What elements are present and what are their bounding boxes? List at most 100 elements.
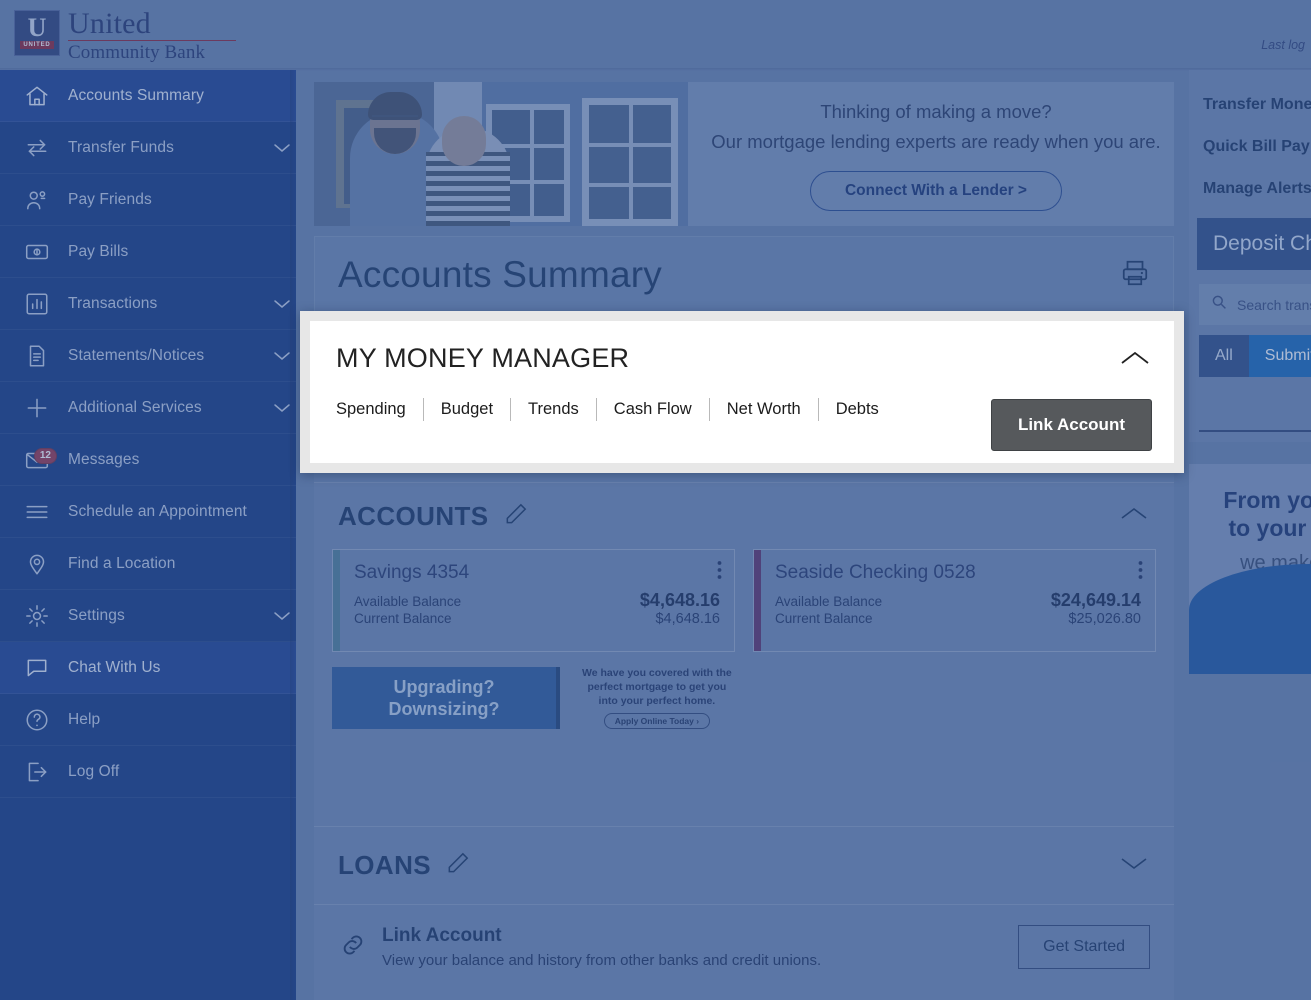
mini-promo-banner: Upgrading? Downsizing? xyxy=(332,666,560,729)
account-color-bar xyxy=(333,550,340,651)
accounts-collapse-icon[interactable] xyxy=(1118,504,1150,529)
current-balance-label: Current Balance xyxy=(354,611,452,626)
sidebar-item-label: Transactions xyxy=(68,294,158,312)
mortgage-hero-banner[interactable]: Thinking of making a move? Our mortgage … xyxy=(314,82,1174,226)
logout-icon xyxy=(16,759,58,785)
sidebar-item-additional-services[interactable]: Additional Services xyxy=(0,382,296,434)
link-account-title: Link Account xyxy=(382,925,502,946)
sidebar-item-pay-friends[interactable]: Pay Friends xyxy=(0,174,296,226)
accounts-card-row: Savings 4354 Available Balance $4,648.16 Cu… xyxy=(314,549,1174,652)
loans-expand-icon[interactable] xyxy=(1118,853,1150,878)
mm-tab-debts[interactable]: Debts xyxy=(819,398,896,421)
last-login-text: Last log xyxy=(1261,38,1305,52)
rail-link-quick-bill-pay[interactable]: Quick Bill Pay xyxy=(1189,126,1311,168)
sidebar-item-settings[interactable]: Settings xyxy=(0,590,296,642)
available-balance-value: $4,648.16 xyxy=(639,590,720,610)
top-header: U UNITED United Community Bank Last log xyxy=(0,0,1311,70)
logo-mark-icon: U UNITED xyxy=(14,10,60,56)
loans-section: LOANS xyxy=(314,826,1174,904)
connect-with-lender-button[interactable]: Connect With a Lender > xyxy=(809,171,1062,211)
sidebar-item-chat-with-us[interactable]: Chat With Us xyxy=(0,642,296,694)
current-balance-value: $25,026.80 xyxy=(1068,611,1141,627)
messages-badge: 12 xyxy=(33,447,57,464)
no-history-text: No History xyxy=(1199,405,1311,422)
main-content: Thinking of making a move? Our mortgage … xyxy=(296,70,1189,1000)
home-icon xyxy=(16,83,58,109)
sidebar-item-label: Settings xyxy=(68,606,125,624)
mm-tab-trends[interactable]: Trends xyxy=(511,398,597,421)
chat-icon xyxy=(16,655,58,681)
sidebar-item-label: Help xyxy=(68,710,101,728)
gear-icon xyxy=(16,603,58,629)
transfer-icon xyxy=(16,135,58,161)
mm-tab-cash-flow[interactable]: Cash Flow xyxy=(597,398,710,421)
rail-promo-line2: to your dream home xyxy=(1228,515,1311,541)
account-name: Seaside Checking 0528 xyxy=(775,562,976,583)
kebab-menu-icon[interactable] xyxy=(1138,560,1143,585)
tab-submitted[interactable]: Submitted xyxy=(1248,335,1311,377)
logo-tag: UNITED xyxy=(20,41,54,49)
logo-line1: United xyxy=(68,7,151,40)
mini-mortgage-promo[interactable]: Upgrading? Downsizing? We have you cover… xyxy=(314,652,1174,747)
rail-link-manage-alerts[interactable]: Manage Alerts xyxy=(1189,168,1311,210)
modal-collapse-icon[interactable] xyxy=(1118,347,1152,374)
mini-promo-copy3: into your perfect home. xyxy=(598,695,716,707)
sidebar-item-transfer-funds[interactable]: Transfer Funds xyxy=(0,122,296,174)
pencil-icon[interactable] xyxy=(445,850,471,881)
bank-logo[interactable]: U UNITED United Community Bank xyxy=(14,8,236,62)
sidebar-item-label: Accounts Summary xyxy=(68,86,204,104)
sidebar-item-transactions[interactable]: Transactions xyxy=(0,278,296,330)
mm-tab-net-worth[interactable]: Net Worth xyxy=(710,398,819,421)
pin-icon xyxy=(16,551,58,577)
sidebar-item-label: Messages xyxy=(68,450,140,468)
account-card[interactable]: Savings 4354 Available Balance $4,648.16 Cu… xyxy=(332,549,735,652)
sidebar-item-pay-bills[interactable]: Pay Bills xyxy=(0,226,296,278)
page-title: Accounts Summary xyxy=(338,254,662,295)
printer-icon[interactable] xyxy=(1120,258,1150,293)
hero-line1: Thinking of making a move? xyxy=(820,101,1052,122)
hero-line2: Our mortgage lending experts are ready w… xyxy=(711,131,1161,152)
sidebar-item-label: Pay Bills xyxy=(68,242,129,260)
loans-section-title: LOANS xyxy=(338,850,431,880)
accounts-section-title: ACCOUNTS xyxy=(338,500,489,531)
sidebar-item-label: Pay Friends xyxy=(68,190,152,208)
mini-promo-line1: Upgrading? xyxy=(393,676,495,697)
plus-icon xyxy=(16,395,58,421)
current-balance-label: Current Balance xyxy=(775,611,873,626)
deposit-check-button[interactable]: Deposit Check xyxy=(1197,218,1311,270)
get-started-button[interactable]: Get Started xyxy=(1018,925,1150,969)
sidebar-item-find-a-location[interactable]: Find a Location xyxy=(0,538,296,590)
sidebar-item-accounts-summary[interactable]: Accounts Summary xyxy=(0,70,296,122)
sidebar-item-log-off[interactable]: Log Off xyxy=(0,746,296,798)
right-rail: Transfer Money Quick Bill Pay Manage Alert… xyxy=(1189,70,1311,1000)
money-manager-modal: MY MONEY MANAGER Spending Budget Trends Cas… xyxy=(300,311,1184,473)
sidebar-item-messages[interactable]: 12 Messages xyxy=(0,434,296,486)
current-balance-value: $4,648.16 xyxy=(655,611,720,627)
available-balance-value: $24,649.14 xyxy=(1050,590,1141,610)
search-transactions-input[interactable]: Search transactions xyxy=(1199,284,1311,325)
modal-link-account-button[interactable]: Link Account xyxy=(990,399,1152,451)
hero-photo xyxy=(314,82,688,226)
apply-online-button[interactable]: Apply Online Today › xyxy=(603,713,711,729)
mm-tab-spending[interactable]: Spending xyxy=(336,398,424,421)
sidebar-item-label: Transfer Funds xyxy=(68,138,174,156)
kebab-menu-icon[interactable] xyxy=(717,560,722,585)
page-title-panel: Accounts Summary xyxy=(314,236,1174,312)
account-color-bar xyxy=(754,550,761,651)
pencil-icon[interactable] xyxy=(503,501,529,532)
mm-tab-budget[interactable]: Budget xyxy=(424,398,512,421)
mini-promo-line2: Downsizing? xyxy=(388,698,500,719)
main-sidebar: Accounts Summary Transfer Funds Pay Friend… xyxy=(0,70,296,1000)
sidebar-item-statements-notices[interactable]: Statements/Notices xyxy=(0,330,296,382)
account-card[interactable]: Seaside Checking 0528 Available Balance $2… xyxy=(753,549,1156,652)
logo-line2: Community Bank xyxy=(68,42,206,63)
tab-all[interactable]: All xyxy=(1199,335,1249,377)
history-tabs: All Submitted xyxy=(1199,335,1311,377)
logo-initial: U xyxy=(27,13,47,42)
quick-actions-card: Transfer Money Quick Bill Pay Manage Alert… xyxy=(1189,70,1311,442)
moving-promo-card[interactable]: From your first home to your dream home … xyxy=(1189,464,1311,674)
hamburger-icon xyxy=(16,499,58,525)
rail-link-transfer-money[interactable]: Transfer Money xyxy=(1189,84,1311,126)
sidebar-item-schedule-an-appointment[interactable]: Schedule an Appointment xyxy=(0,486,296,538)
sidebar-item-help[interactable]: Help xyxy=(0,694,296,746)
